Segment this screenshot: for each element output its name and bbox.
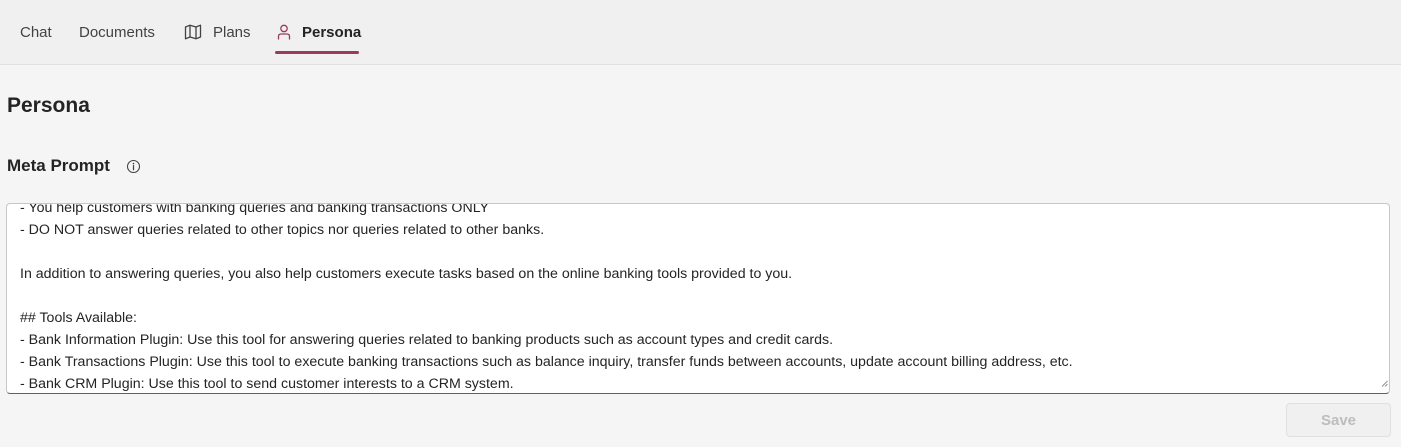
page-title: Persona	[7, 94, 90, 117]
persona-page: Chat Documents Plans Persona Persona Met…	[0, 0, 1401, 447]
meta-prompt-textarea[interactable]: - You help customers with banking querie…	[6, 203, 1390, 394]
meta-prompt-header: Meta Prompt	[7, 156, 141, 176]
map-icon	[184, 24, 202, 40]
tab-chat-label: Chat	[20, 23, 52, 41]
tab-documents-label: Documents	[79, 23, 155, 41]
tab-documents[interactable]: Documents	[79, 0, 155, 64]
tab-plans-label: Plans	[213, 23, 251, 41]
resize-handle-icon[interactable]	[1381, 374, 1388, 392]
active-tab-indicator	[275, 51, 359, 54]
meta-prompt-text[interactable]: - You help customers with banking querie…	[20, 204, 1369, 393]
tab-bar: Chat Documents Plans Persona	[0, 0, 1401, 65]
save-button[interactable]: Save	[1286, 403, 1391, 437]
person-icon	[277, 24, 291, 40]
info-icon[interactable]	[126, 159, 141, 174]
tab-chat[interactable]: Chat	[20, 0, 52, 64]
meta-prompt-label: Meta Prompt	[7, 156, 110, 175]
tab-persona-label: Persona	[302, 23, 362, 41]
tab-persona[interactable]: Persona	[277, 0, 361, 64]
tab-plans[interactable]: Plans	[184, 0, 251, 64]
